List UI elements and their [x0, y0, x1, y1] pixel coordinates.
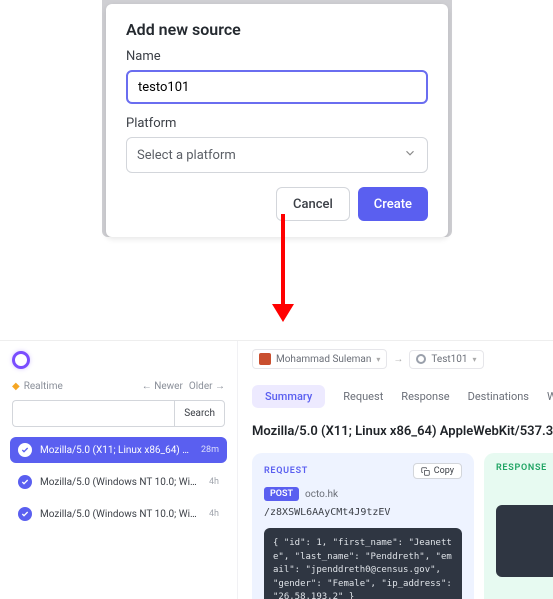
tab-destinations[interactable]: Destinations [468, 386, 529, 407]
chevron-down-icon: ▾ [473, 355, 477, 364]
copy-label: Copy [434, 466, 454, 476]
chevron-down-icon: ▾ [376, 355, 380, 364]
tabs: Summary Request Response Destinations Wo… [252, 385, 553, 408]
check-icon [18, 443, 32, 457]
name-label: Name [126, 49, 428, 64]
target-icon [416, 354, 426, 364]
check-icon [18, 475, 32, 489]
name-input[interactable] [126, 70, 428, 104]
main-panel: Mohammad Suleman ▾ → Test101 ▾ Summary R… [238, 341, 553, 599]
tab-response[interactable]: Response [401, 386, 449, 407]
event-label: Mozilla/5.0 (Windows NT 10.0; Win64; x..… [40, 509, 201, 520]
bolt-icon: ◆ [12, 381, 20, 392]
event-time: 28m [201, 445, 219, 455]
arrow-down-icon [268, 214, 298, 324]
event-list: Mozilla/5.0 (X11; Linux x86_64) Apple...… [0, 437, 237, 527]
user-agent-heading: Mozilla/5.0 (X11; Linux x86_64) AppleWeb… [252, 424, 553, 439]
add-source-modal-backdrop: Add new source Name Platform Select a pl… [102, 0, 452, 237]
logo-icon [12, 351, 30, 369]
breadcrumb-user-label: Mohammad Suleman [276, 354, 371, 365]
request-path: /z8XSWL6AAyCMt4J9tzEV [264, 507, 462, 518]
copy-icon [421, 467, 430, 476]
request-panel-title: REQUEST [264, 466, 308, 476]
breadcrumb-target-label: Test101 [431, 354, 467, 365]
older-link[interactable]: Older → [189, 381, 225, 392]
platform-select[interactable]: Select a platform [126, 137, 428, 173]
list-item[interactable]: Mozilla/5.0 (X11; Linux x86_64) Apple...… [10, 437, 227, 463]
event-time: 4h [209, 509, 219, 519]
add-source-modal: Add new source Name Platform Select a pl… [106, 4, 448, 237]
tab-summary[interactable]: Summary [252, 385, 325, 408]
breadcrumb-target[interactable]: Test101 ▾ [409, 350, 483, 369]
response-body [496, 505, 553, 577]
search-button[interactable]: Search [174, 400, 225, 427]
chevron-down-icon [403, 146, 417, 164]
breadcrumb: Mohammad Suleman ▾ → Test101 ▾ [252, 349, 553, 369]
newer-link[interactable]: ← Newer [142, 381, 183, 392]
tab-request[interactable]: Request [343, 386, 383, 407]
platform-label: Platform [126, 116, 428, 131]
response-panel: RESPONSE [484, 453, 553, 599]
realtime-label: Realtime [24, 381, 63, 392]
event-label: Mozilla/5.0 (X11; Linux x86_64) Apple... [40, 445, 193, 456]
response-panel-title: RESPONSE [496, 463, 547, 473]
search-input[interactable] [12, 400, 174, 427]
list-item[interactable]: Mozilla/5.0 (Windows NT 10.0; Win64; x..… [10, 469, 227, 495]
http-method: POST [264, 487, 299, 501]
event-time: 4h [209, 477, 219, 487]
check-icon [18, 507, 32, 521]
event-label: Mozilla/5.0 (Windows NT 10.0; Win64; x..… [40, 477, 201, 488]
list-item[interactable]: Mozilla/5.0 (Windows NT 10.0; Win64; x..… [10, 501, 227, 527]
arrow-right-icon: → [393, 354, 403, 365]
app-logo [0, 341, 237, 379]
request-body: { "id": 1, "first_name": "Jeanette", "la… [264, 528, 462, 599]
copy-button[interactable]: Copy [413, 463, 462, 479]
platform-placeholder: Select a platform [137, 148, 236, 163]
request-host: octo.hk [305, 489, 338, 500]
breadcrumb-user[interactable]: Mohammad Suleman ▾ [252, 349, 387, 369]
modal-title: Add new source [126, 20, 428, 39]
app-window: ◆ Realtime ← Newer Older → Search Mozill… [0, 340, 553, 599]
user-avatar-icon [259, 353, 271, 365]
tab-workflow[interactable]: Workflow [547, 386, 553, 407]
sidebar: ◆ Realtime ← Newer Older → Search Mozill… [0, 341, 238, 599]
create-button[interactable]: Create [358, 187, 428, 221]
request-panel: REQUEST Copy POST octo.hk /z8XSWL6AAyCMt… [252, 453, 474, 599]
